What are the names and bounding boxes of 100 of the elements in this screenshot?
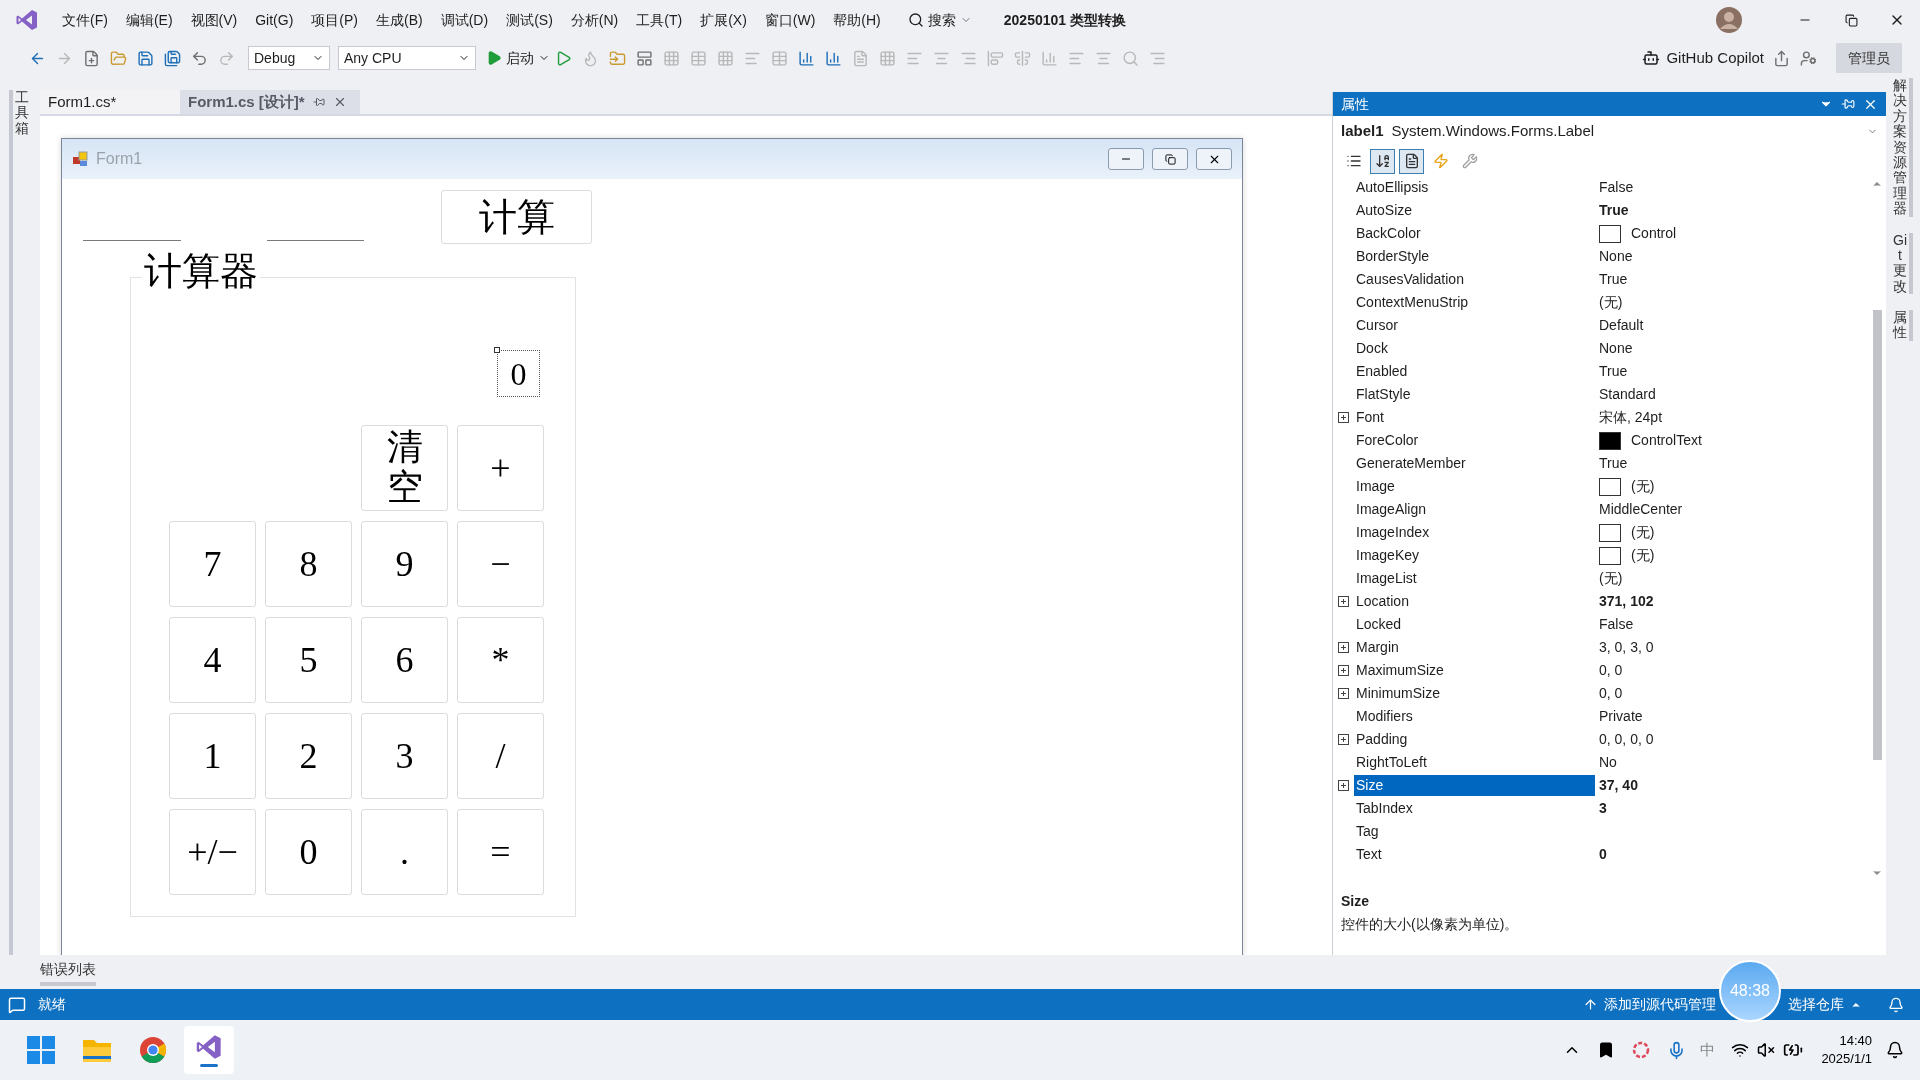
run-icon[interactable]: [555, 49, 572, 67]
property-value[interactable]: True: [1599, 453, 1628, 474]
property-name[interactable]: Image: [1354, 476, 1595, 497]
property-value[interactable]: No: [1599, 752, 1617, 773]
property-name[interactable]: BorderStyle: [1354, 246, 1595, 267]
calculator-button[interactable]: =: [457, 809, 544, 895]
calculator-button[interactable]: 6: [361, 617, 448, 703]
property-name[interactable]: AutoSize: [1354, 200, 1595, 221]
property-value[interactable]: 0, 0: [1599, 660, 1623, 681]
menu-item[interactable]: 分析(N): [561, 9, 628, 31]
property-name[interactable]: Size: [1354, 775, 1595, 796]
property-value[interactable]: True: [1599, 200, 1629, 221]
menu-item[interactable]: 生成(B): [367, 9, 432, 31]
calculator-button[interactable]: .: [361, 809, 448, 895]
property-value[interactable]: 37, 40: [1599, 775, 1638, 796]
expand-icon[interactable]: [1338, 596, 1349, 607]
property-value[interactable]: 宋体, 24pt: [1599, 407, 1663, 428]
view-toggle-button[interactable]: [1370, 148, 1395, 174]
pin-icon[interactable]: [1841, 97, 1855, 111]
property-name[interactable]: Text: [1354, 844, 1595, 865]
undo-icon[interactable]: [191, 49, 208, 67]
property-name[interactable]: ImageAlign: [1354, 499, 1595, 520]
minimize-button[interactable]: [1108, 148, 1144, 170]
property-value[interactable]: Private: [1599, 706, 1643, 727]
calculator-button[interactable]: /: [457, 713, 544, 799]
side-panel-tab[interactable]: 属性: [1893, 310, 1907, 341]
property-name[interactable]: Enabled: [1354, 361, 1595, 382]
property-value[interactable]: (无): [1631, 522, 1655, 543]
calculator-button[interactable]: 7: [169, 521, 256, 607]
start-button[interactable]: 启动: [486, 47, 550, 69]
property-name[interactable]: Locked: [1354, 614, 1595, 635]
source-control-link[interactable]: 添加到源代码管理: [1604, 994, 1716, 1015]
expand-icon[interactable]: [1338, 665, 1349, 676]
calculator-button[interactable]: 1: [169, 713, 256, 799]
property-value[interactable]: Default: [1599, 315, 1644, 336]
menu-item[interactable]: 窗口(W): [755, 9, 825, 31]
admin-button[interactable]: 管理员: [1836, 43, 1902, 73]
folder-icon[interactable]: [609, 49, 626, 67]
property-name[interactable]: Dock: [1354, 338, 1595, 359]
property-value[interactable]: None: [1599, 338, 1633, 359]
property-name[interactable]: Modifiers: [1354, 706, 1595, 727]
side-panel-tab[interactable]: 解决方案资源管理器: [1893, 78, 1907, 217]
menu-item[interactable]: 编辑(E): [116, 9, 182, 31]
document-tab[interactable]: Form1.cs [设计]*: [180, 90, 360, 114]
resize-handle[interactable]: [494, 347, 500, 353]
property-value[interactable]: MiddleCenter: [1599, 499, 1683, 520]
calculator-button[interactable]: 4: [169, 617, 256, 703]
maximize-button[interactable]: [1152, 148, 1188, 170]
calculator-button[interactable]: 3: [361, 713, 448, 799]
property-name[interactable]: ImageList: [1354, 568, 1595, 589]
property-name[interactable]: BackColor: [1354, 223, 1595, 244]
property-name[interactable]: GenerateMember: [1354, 453, 1595, 474]
restore-icon[interactable]: [1844, 13, 1858, 27]
calculator-button[interactable]: +/−: [169, 809, 256, 895]
browser-icon[interactable]: [139, 1036, 167, 1064]
pin-icon[interactable]: [312, 96, 325, 108]
avatar[interactable]: [1716, 7, 1742, 33]
menu-item[interactable]: 视图(V): [181, 9, 247, 31]
muted-speaker-icon[interactable]: [1757, 1041, 1776, 1059]
chart-icon[interactable]: [798, 49, 815, 67]
taskbar-app-button[interactable]: [184, 1026, 234, 1074]
folder-icon[interactable]: [110, 49, 127, 67]
property-name[interactable]: ImageKey: [1354, 545, 1595, 566]
property-value[interactable]: False: [1599, 614, 1634, 635]
property-value[interactable]: 3: [1599, 798, 1607, 819]
menu-item[interactable]: 文件(F): [53, 9, 117, 31]
search-button[interactable]: 搜索: [901, 9, 978, 31]
calculator-button[interactable]: −: [457, 521, 544, 607]
calculator-button[interactable]: 清空: [361, 425, 448, 511]
property-value[interactable]: 3, 0, 3, 0: [1599, 637, 1654, 658]
document-tab[interactable]: Form1.cs*: [40, 90, 180, 114]
notification-icon[interactable]: [1886, 1041, 1904, 1059]
property-name[interactable]: Tag: [1354, 821, 1595, 842]
clock-date[interactable]: 2025/1/1: [1821, 1050, 1872, 1068]
property-value[interactable]: True: [1599, 361, 1628, 382]
property-value[interactable]: (无): [1631, 476, 1655, 497]
property-name[interactable]: Location: [1354, 591, 1595, 612]
property-name[interactable]: AutoEllipsis: [1354, 177, 1595, 198]
configuration-dropdown[interactable]: Debug: [248, 46, 330, 70]
calculator-button[interactable]: +: [457, 425, 544, 511]
property-value[interactable]: 0: [1599, 844, 1607, 865]
property-name[interactable]: ForeColor: [1354, 430, 1595, 451]
property-value[interactable]: 0, 0, 0, 0: [1599, 729, 1654, 750]
toolbox-tab[interactable]: 工具箱: [15, 90, 29, 955]
property-name[interactable]: CausesValidation: [1354, 269, 1595, 290]
close-button[interactable]: [1196, 148, 1232, 170]
save-icon[interactable]: [137, 49, 154, 67]
property-name[interactable]: Font: [1354, 407, 1595, 428]
calculator-button[interactable]: 2: [265, 713, 352, 799]
chart-icon[interactable]: [825, 49, 842, 67]
menu-item[interactable]: 调试(D): [431, 9, 498, 31]
menu-item[interactable]: 工具(T): [627, 9, 692, 31]
clock-time[interactable]: 14:40: [1839, 1032, 1872, 1050]
property-value[interactable]: 0, 0: [1599, 683, 1623, 704]
calculator-button[interactable]: 0: [265, 809, 352, 895]
property-value[interactable]: True: [1599, 269, 1628, 290]
new-file-icon[interactable]: [83, 49, 100, 67]
repository-link[interactable]: 选择仓库: [1788, 994, 1844, 1015]
property-name[interactable]: ImageIndex: [1354, 522, 1595, 543]
expand-icon[interactable]: [1338, 734, 1349, 745]
